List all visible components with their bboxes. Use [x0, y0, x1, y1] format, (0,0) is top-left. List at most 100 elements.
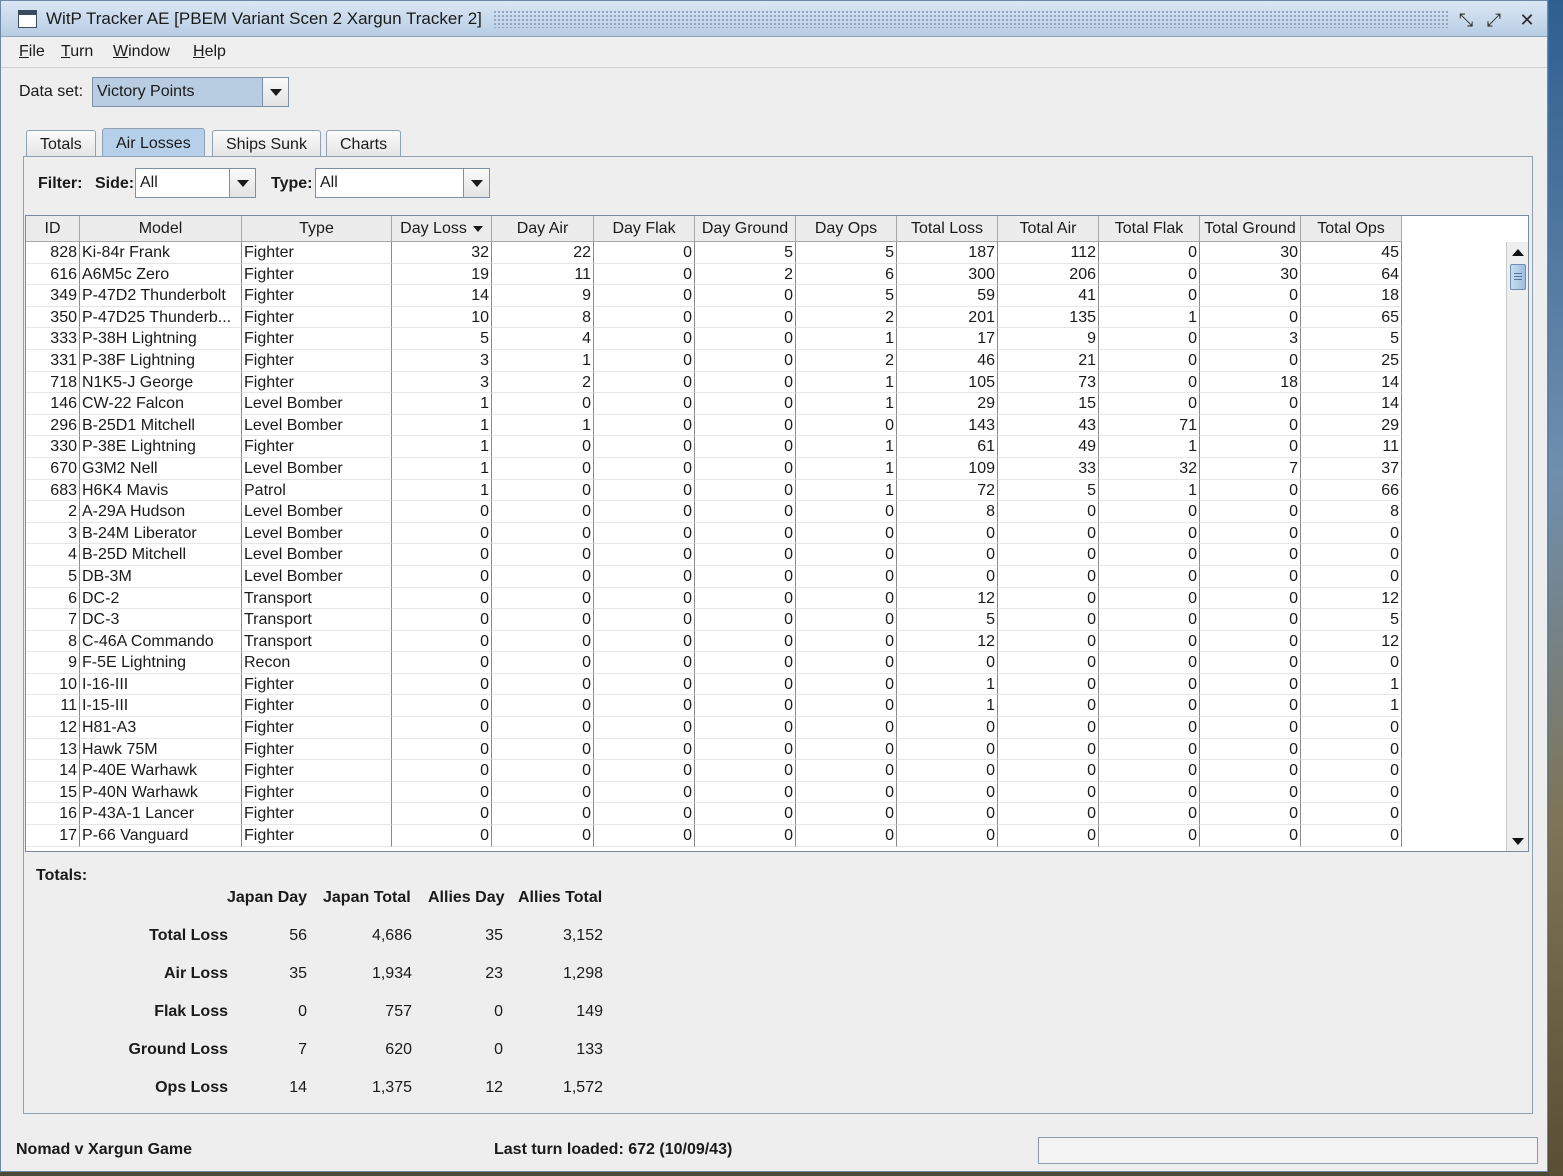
column-header[interactable]: ID — [26, 216, 80, 242]
table-row[interactable]: 670 G3M2 Nell Level Bomber 1 0 0 0 1 109 33 32 7 37 — [26, 457, 1406, 480]
close-icon[interactable]: ✕ — [1516, 9, 1538, 31]
tab-totals[interactable]: Totals — [26, 130, 96, 158]
table-row[interactable]: 5 DB-3M Level Bomber 0 0 0 0 0 0 0 0 0 0 — [26, 565, 1406, 588]
scroll-thumb[interactable] — [1510, 264, 1526, 290]
table-row[interactable]: 12 H81-A3 Fighter 0 0 0 0 0 0 0 0 0 0 — [26, 717, 1406, 739]
table-cell: 206 — [998, 263, 1099, 286]
column-header[interactable]: Total Ground — [1200, 216, 1301, 242]
column-header-label: Total Ops — [1317, 219, 1385, 237]
table-row[interactable]: 4 B-25D Mitchell Level Bomber 0 0 0 0 0 0 0 0 0 0 — [26, 544, 1406, 566]
column-header[interactable]: Day Air — [492, 216, 594, 242]
tab-air-losses[interactable]: Air Losses — [102, 128, 205, 158]
table-cell: 0 — [695, 285, 796, 307]
window-icon[interactable] — [18, 10, 37, 28]
table-row[interactable]: 8 C-46A Commando Transport 0 0 0 0 0 12 0 0 0 12 — [26, 630, 1406, 653]
totals-row-label: Flak Loss — [154, 1003, 228, 1020]
table-row[interactable]: 14 P-40E Warhawk Fighter 0 0 0 0 0 0 0 0 0 0 — [26, 760, 1406, 782]
table-cell: 45 — [1301, 242, 1402, 264]
chevron-down-icon[interactable] — [229, 169, 255, 197]
table-row[interactable]: 718 N1K5-J George Fighter 3 2 0 0 1 105 73 0 18 14 — [26, 371, 1406, 394]
table-row[interactable]: 296 B-25D1 Mitchell Level Bomber 1 1 0 0 0 143 43… — [26, 414, 1406, 437]
table-cell: 66 — [1301, 479, 1402, 502]
type-filter-select[interactable]: All — [315, 168, 490, 198]
table-cell: 0 — [796, 673, 897, 696]
table-row[interactable]: 17 P-66 Vanguard Fighter 0 0 0 0 0 0 0 0 0 0 — [26, 825, 1406, 847]
scroll-up-icon[interactable] — [1507, 242, 1528, 262]
table-row[interactable]: 331 P-38F Lightning Fighter 3 1 0 0 2 46 21 0 0 25 — [26, 349, 1406, 372]
table-row[interactable]: 15 P-40N Warhawk Fighter 0 0 0 0 0 0 0 0 0 0 — [26, 781, 1406, 804]
table-cell: G3M2 Nell — [80, 457, 242, 480]
table-cell: 1 — [492, 349, 594, 372]
table-row[interactable]: 7 DC-3 Transport 0 0 0 0 0 5 0 0 0 5 — [26, 609, 1406, 631]
table-row[interactable]: 616 A6M5c Zero Fighter 19 11 0 2 6 300 206 0 30 64 — [26, 263, 1406, 286]
table-row[interactable]: 146 CW-22 Falcon Level Bomber 1 0 0 0 1 29 15 0 0 14 — [26, 393, 1406, 415]
air-losses-table[interactable]: ID Model Type Day Loss Day Air Day Flak Day Gr… — [25, 215, 1529, 852]
table-cell: 0 — [695, 349, 796, 372]
table-row[interactable]: 13 Hawk 75M Fighter 0 0 0 0 0 0 0 0 0 0 — [26, 738, 1406, 761]
dataset-select[interactable]: Victory Points — [92, 77, 289, 107]
menu-turn[interactable]: Turn — [61, 43, 93, 61]
menu-help[interactable]: Help — [193, 43, 226, 61]
scroll-down-icon[interactable] — [1507, 831, 1528, 851]
table-row[interactable]: 3 B-24M Liberator Level Bomber 0 0 0 0 0 0 0 0 0 0 — [26, 522, 1406, 545]
table-row[interactable]: 11 I-15-III Fighter 0 0 0 0 0 1 0 0 0 1 — [26, 695, 1406, 718]
column-header[interactable]: Total Ops — [1301, 216, 1402, 242]
column-header[interactable]: Day Ops — [796, 216, 897, 242]
column-header[interactable]: Model — [80, 216, 242, 242]
minimize-icon[interactable]: ⤡ — [1455, 9, 1477, 31]
table-cell: 2 — [695, 263, 796, 286]
table-row[interactable]: 349 P-47D2 Thunderbolt Fighter 14 9 0 0 5 59 41 0 0… — [26, 285, 1406, 307]
column-header[interactable]: Type — [242, 216, 392, 242]
table-row[interactable]: 9 F-5E Lightning Recon 0 0 0 0 0 0 0 0 0 0 — [26, 652, 1406, 674]
table-cell: 0 — [1099, 242, 1200, 264]
table-cell: 6 — [26, 587, 80, 610]
table-cell: Hawk 75M — [80, 738, 242, 761]
totals-value: 1,298 — [562, 965, 603, 982]
table-cell: P-47D2 Thunderbolt — [80, 285, 242, 307]
column-header[interactable]: Day Loss — [392, 216, 492, 242]
table-cell: 0 — [392, 501, 492, 523]
table-cell: 0 — [492, 393, 594, 415]
column-header[interactable]: Day Flak — [594, 216, 695, 242]
tab-charts[interactable]: Charts — [326, 130, 402, 158]
column-header[interactable]: Total Flak — [1099, 216, 1200, 242]
side-filter-select[interactable]: All — [135, 168, 256, 198]
table-row[interactable]: 10 I-16-III Fighter 0 0 0 0 0 1 0 0 0 1 — [26, 673, 1406, 696]
table-cell: 0 — [492, 630, 594, 653]
column-header[interactable]: Total Loss — [897, 216, 998, 242]
table-cell: 0 — [695, 565, 796, 588]
menu-file[interactable]: File — [19, 43, 45, 61]
table-cell: 5 — [796, 242, 897, 264]
maximize-icon[interactable]: ⤢ — [1483, 9, 1505, 31]
menu-window[interactable]: Window — [113, 43, 170, 61]
vertical-scrollbar[interactable] — [1506, 242, 1528, 851]
table-row[interactable]: 828 Ki-84r Frank Fighter 32 22 0 5 5 187 112 0 30 45 — [26, 242, 1406, 264]
table-row[interactable]: 16 P-43A-1 Lancer Fighter 0 0 0 0 0 0 0 0 0 0 — [26, 803, 1406, 826]
table-cell: Fighter — [242, 760, 392, 782]
tab-ships-sunk[interactable]: Ships Sunk — [212, 130, 321, 158]
table-row[interactable]: 333 P-38H Lightning Fighter 5 4 0 0 1 17 9 0 3 5 — [26, 328, 1406, 350]
chevron-down-icon[interactable] — [262, 78, 288, 106]
totals-value: 757 — [385, 1003, 412, 1020]
chevron-down-icon[interactable] — [463, 169, 489, 197]
table-cell: 1 — [1099, 479, 1200, 502]
column-header-label: Type — [299, 219, 334, 237]
column-header[interactable]: Total Air — [998, 216, 1099, 242]
title-bar[interactable]: WitP Tracker AE [PBEM Variant Scen 2 Xar… — [1, 1, 1547, 37]
table-cell: 146 — [26, 393, 80, 415]
table-cell: P-40E Warhawk — [80, 760, 242, 782]
sort-descending-icon — [472, 225, 483, 232]
table-cell: 37 — [1301, 457, 1402, 480]
table-row[interactable]: 683 H6K4 Mavis Patrol 1 0 0 0 1 72 5 1 0 66 — [26, 479, 1406, 502]
table-row[interactable]: 2 A-29A Hudson Level Bomber 0 0 0 0 0 8 0 0 0 8 — [26, 501, 1406, 523]
table-cell: Fighter — [242, 349, 392, 372]
table-row[interactable]: 6 DC-2 Transport 0 0 0 0 0 12 0 0 0 12 — [26, 587, 1406, 610]
table-header: ID Model Type Day Loss Day Air Day Flak Day Gr… — [26, 216, 1402, 242]
table-cell: 0 — [695, 436, 796, 458]
table-cell: 0 — [594, 760, 695, 782]
table-cell: 0 — [695, 479, 796, 502]
table-row[interactable]: 350 P-47D25 Thunderb... Fighter 10 8 0 0 2 201 13… — [26, 306, 1406, 329]
column-header[interactable]: Day Ground — [695, 216, 796, 242]
title-grip — [493, 10, 1449, 28]
table-row[interactable]: 330 P-38E Lightning Fighter 1 0 0 0 1 61 49 1 0 11 — [26, 436, 1406, 458]
